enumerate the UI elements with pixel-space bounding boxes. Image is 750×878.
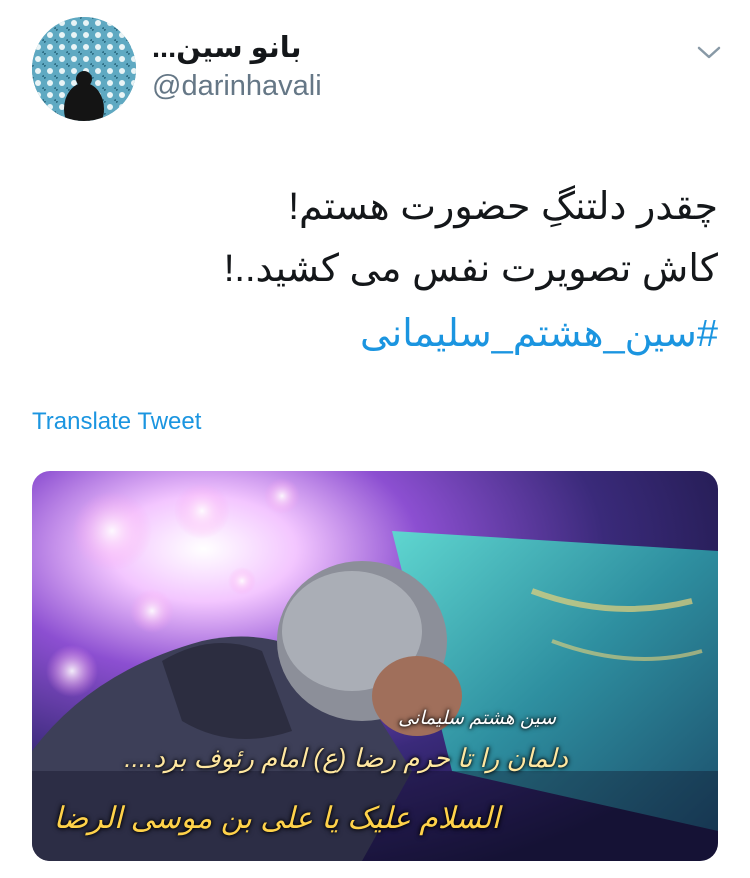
tweet-text: چقدر دلتنگِ حضورت هستم! کاش تصویرت نفس م… (28, 176, 718, 300)
hashtag-link[interactable]: #سین_هشتم_سلیمانی (360, 311, 718, 356)
author-handle[interactable]: @darinhavali (152, 70, 322, 103)
avatar[interactable] (32, 17, 136, 121)
tweet-text-line: کاش تصویرت نفس می کشید..! (223, 248, 718, 290)
avatar-image (32, 17, 136, 121)
media-caption-line: دلمان را تا حرم رضا (ع) امام رئوف برد...… (124, 743, 568, 773)
translate-tweet-link[interactable]: Translate Tweet (32, 408, 201, 436)
media-caption-line: سین هشتم سلیمانی (398, 708, 556, 729)
tweet-text-line: چقدر دلتنگِ حضورت هستم! (288, 186, 718, 228)
media-caption-line: السلام علیک یا علی بن موسی الرضا (53, 802, 500, 835)
tweet-media-image[interactable]: سین هشتم سلیمانی دلمان را تا حرم رضا (ع)… (32, 471, 718, 861)
author-display-name[interactable]: بانو سین... (152, 30, 302, 65)
chevron-down-icon[interactable] (695, 40, 723, 64)
